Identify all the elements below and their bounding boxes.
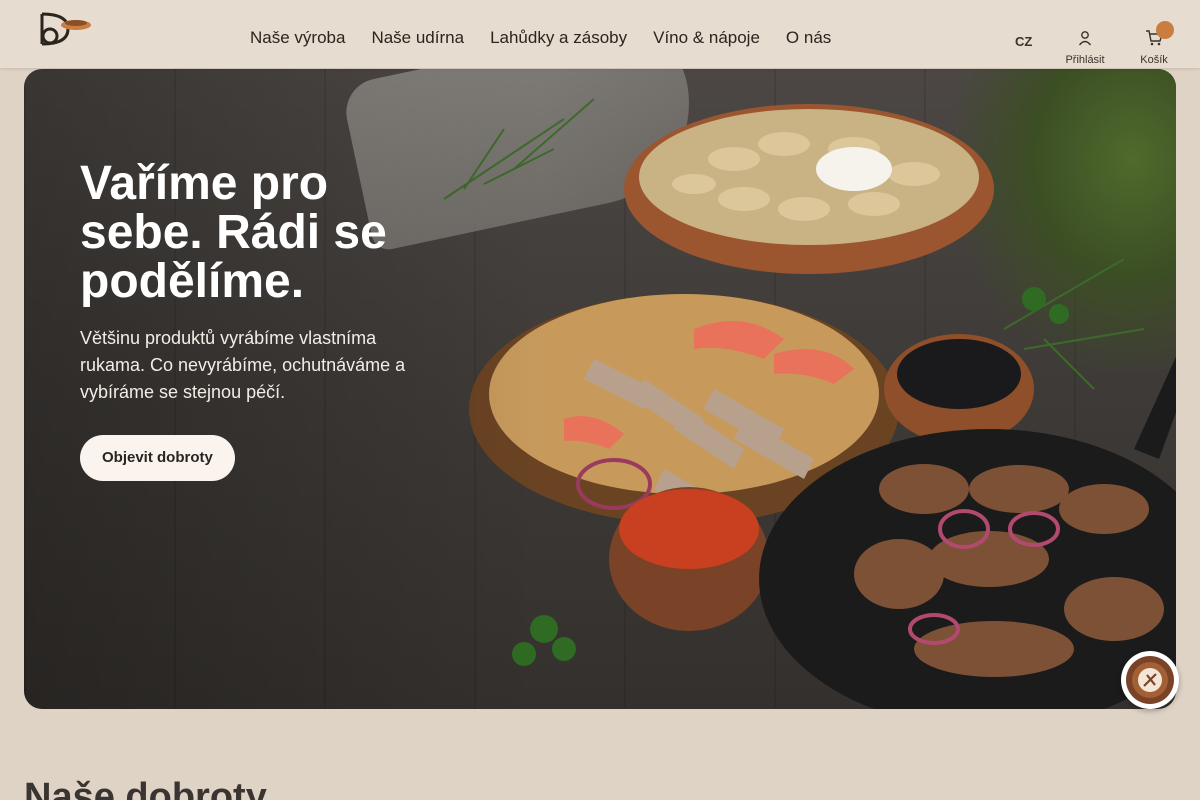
hero-food-image	[444, 98, 1176, 709]
site-header: Naše výroba Naše udírna Lahůdky a zásoby…	[0, 0, 1200, 68]
cart-badge	[1156, 21, 1174, 39]
chat-assistant-button[interactable]	[1121, 651, 1179, 709]
section-title: Naše dobroty	[24, 776, 267, 800]
nav-item-nase-udirna[interactable]: Naše udírna	[371, 28, 464, 48]
language-switcher[interactable]: CZ	[1015, 34, 1032, 49]
nav-item-nase-vyroba[interactable]: Naše výroba	[250, 28, 345, 48]
hero-title: Vaříme pro sebe. Rádi se podělíme.	[80, 157, 387, 308]
cart-label: Košík	[1140, 54, 1168, 66]
login-button[interactable]: Přihlásit	[1060, 30, 1110, 66]
user-icon	[1078, 31, 1092, 46]
cart-button[interactable]: Košík	[1134, 21, 1174, 66]
login-label: Přihlásit	[1065, 54, 1105, 66]
nav-item-vino[interactable]: Víno & nápoje	[653, 28, 760, 48]
nav-item-lahudky[interactable]: Lahůdky a zásoby	[490, 28, 627, 48]
discover-goodies-button[interactable]: Objevit dobroty	[80, 435, 235, 481]
chat-assistant-icon	[1126, 656, 1174, 704]
main-nav: Naše výroba Naše udírna Lahůdky a zásoby…	[250, 28, 857, 48]
hero-banner: Vaříme pro sebe. Rádi se podělíme. Větši…	[24, 69, 1176, 709]
hero-subtitle: Většinu produktů vyrábíme vlastníma ruka…	[80, 328, 406, 402]
nav-item-o-nas[interactable]: O nás	[786, 28, 831, 48]
logo[interactable]	[34, 8, 94, 48]
